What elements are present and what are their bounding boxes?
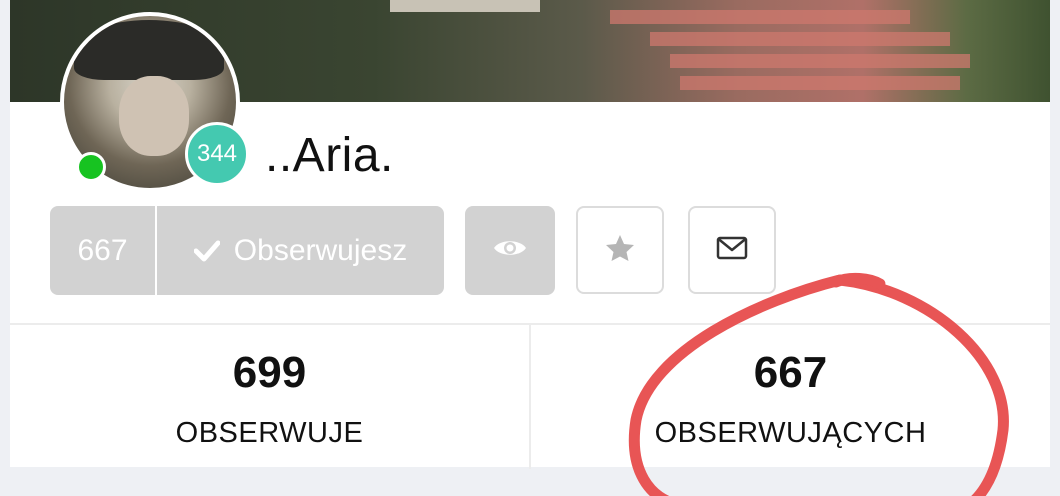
following-label: Obserwujesz xyxy=(233,233,408,267)
envelope-icon xyxy=(716,236,748,265)
following-label: OBSERWUJE xyxy=(175,417,364,449)
watch-button[interactable] xyxy=(465,206,555,295)
profile-stats: 699 OBSERWUJE 667 OBSERWUJĄCYCH xyxy=(10,323,1050,469)
favorite-button[interactable] xyxy=(576,206,664,294)
profile-card: 344 ..Aria. 667 Obserwujesz 699 OBSERWUJ… xyxy=(10,0,1050,469)
followers-count: 667 xyxy=(753,348,828,397)
level-badge: 344 xyxy=(185,122,249,186)
message-button[interactable] xyxy=(688,206,776,294)
stat-followers[interactable]: 667 OBSERWUJĄCYCH xyxy=(529,325,1050,469)
following-count: 699 xyxy=(232,348,307,397)
following-button[interactable]: Obserwujesz xyxy=(157,206,444,295)
stat-following[interactable]: 699 OBSERWUJE xyxy=(10,325,529,469)
check-icon xyxy=(193,240,220,262)
followers-label: OBSERWUJĄCYCH xyxy=(654,417,927,449)
follow-button-group[interactable]: 667 Obserwujesz xyxy=(50,206,444,295)
online-status-dot xyxy=(76,152,106,182)
eye-icon xyxy=(493,237,527,264)
username: ..Aria. xyxy=(265,129,394,182)
star-icon xyxy=(605,234,635,267)
avatar-container[interactable]: 344 xyxy=(60,12,249,192)
follower-count[interactable]: 667 xyxy=(50,206,157,295)
